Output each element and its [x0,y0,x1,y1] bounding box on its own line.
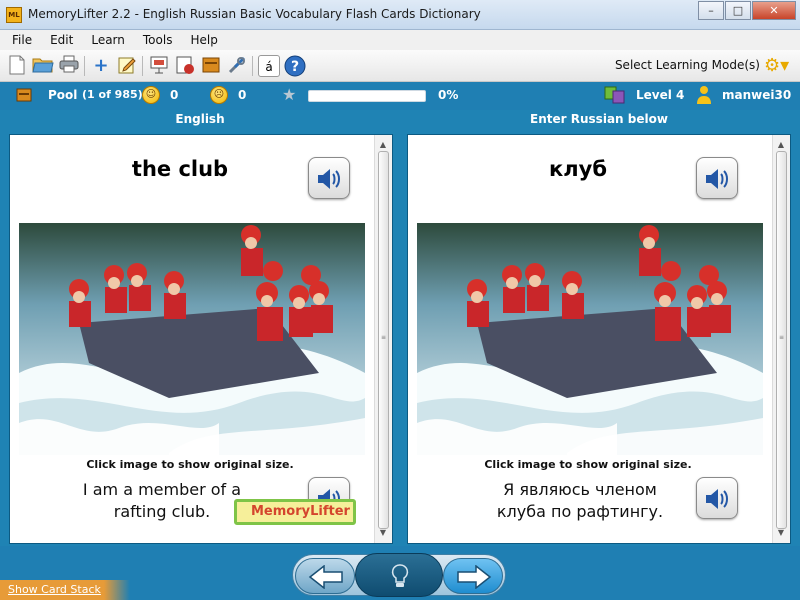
toolbar-separator [142,56,143,76]
arrow-left-icon [308,565,343,589]
open-folder-icon[interactable] [32,55,54,77]
scroll-up-arrow-icon[interactable]: ▲ [775,139,787,151]
previous-card-button[interactable] [295,558,355,594]
help-icon[interactable]: ? [284,55,306,77]
answer-card: клуб Click image to show original size. … [407,134,791,544]
new-document-icon[interactable] [6,55,28,77]
navigation-group [292,553,506,597]
learning-mode-label[interactable]: Select Learning Mode(s) [615,58,760,72]
scroll-thumb[interactable]: ≡ [776,151,787,529]
speaker-icon [318,169,340,189]
answer-example-audio-button[interactable] [696,477,738,519]
scroll-up-arrow-icon[interactable]: ▲ [377,139,389,151]
answer-word-audio-button[interactable] [696,157,738,199]
window-title: MemoryLifter 2.2 - English Russian Basic… [28,7,481,21]
svg-text:?: ? [291,59,299,75]
question-example: I am a member of a rafting club. [62,479,262,523]
special-chars-icon[interactable]: á [258,55,280,77]
app-icon: ML [6,7,22,23]
edit-icon[interactable] [116,55,138,77]
next-card-button[interactable] [443,558,503,594]
answer-image[interactable] [417,223,763,455]
happy-smiley-icon: ☺ [142,86,160,104]
toolbar: + á ? Select Learning Mode(s) ⚙▾ [0,50,800,82]
speaker-icon [706,489,728,509]
pool-label: Pool [48,88,78,102]
user-name: manwei30 [722,88,792,102]
bottom-bar: Show Card Stack [0,546,800,600]
question-word: the club [131,157,229,181]
statistics-icon[interactable] [174,55,196,77]
menu-tools[interactable]: Tools [143,33,173,47]
question-image[interactable] [19,223,365,455]
menu-edit[interactable]: Edit [50,33,73,47]
memorylifter-logo: MemoryLifter [234,499,356,525]
menu-help[interactable]: Help [190,33,217,47]
sad-smiley-icon: ☹ [210,86,228,104]
pool-count: (1 of 985) [82,88,143,101]
window-titlebar: ML MemoryLifter 2.2 - English Russian Ba… [0,0,800,30]
question-scrollbar[interactable]: ▲ ≡ ▼ [374,135,392,543]
menu-learn[interactable]: Learn [91,33,125,47]
user-icon [696,85,712,108]
question-image-caption: Click image to show original size. [86,458,294,471]
level-boxes-icon [604,85,626,108]
scroll-thumb[interactable]: ≡ [378,151,389,529]
menu-bar: File Edit Learn Tools Help [0,30,800,50]
correct-count: 0 [170,88,179,102]
show-card-stack-link[interactable]: Show Card Stack [0,580,130,600]
arrow-right-icon [457,565,492,589]
lightbulb-icon [391,564,409,587]
add-icon[interactable]: + [90,55,112,77]
scroll-down-arrow-icon[interactable]: ▼ [775,527,787,539]
maximize-button[interactable]: □ [725,1,751,20]
speaker-icon [706,169,728,189]
menu-file[interactable]: File [12,33,32,47]
level-label: Level 4 [636,88,685,102]
answer-image-caption: Click image to show original size. [484,458,692,471]
toolbar-separator [252,56,253,76]
minimize-button[interactable]: – [698,1,724,20]
progress-label: 0% [438,88,459,102]
learning-mode-gear-icon[interactable]: ⚙▾ [764,55,789,77]
question-example-line2: rafting club. [113,502,211,521]
pool-box-icon [16,87,32,106]
right-panel-header: Enter Russian below [530,112,668,126]
progress-bar [308,90,426,102]
settings-tools-icon[interactable] [226,55,248,77]
hint-button[interactable] [355,553,443,597]
word-audio-button[interactable] [308,157,350,199]
question-card: the club Click image to show original si… [9,134,393,544]
close-button[interactable]: ✕ [752,1,796,20]
star-icon: ★ [282,85,297,104]
answer-example-line1: Я являюсь членом [503,480,657,499]
answer-example-line2: клуба по рафтингу. [496,502,664,521]
card-box-icon[interactable] [200,55,222,77]
toolbar-separator [84,56,85,76]
wrong-count: 0 [238,88,247,102]
window-controls: – □ ✕ [697,1,796,21]
print-icon[interactable] [58,55,80,77]
question-example-line1: I am a member of a [82,480,242,499]
scroll-down-arrow-icon[interactable]: ▼ [377,527,389,539]
status-bar: Pool (1 of 985) ☺ 0 ☹ 0 ★ 0% Level 4 man… [0,82,800,110]
answer-scrollbar[interactable]: ▲ ≡ ▼ [772,135,790,543]
slideshow-icon[interactable] [148,55,170,77]
answer-example: Я являюсь членом клуба по рафтингу. [480,479,680,523]
left-panel-header: English [175,112,225,126]
